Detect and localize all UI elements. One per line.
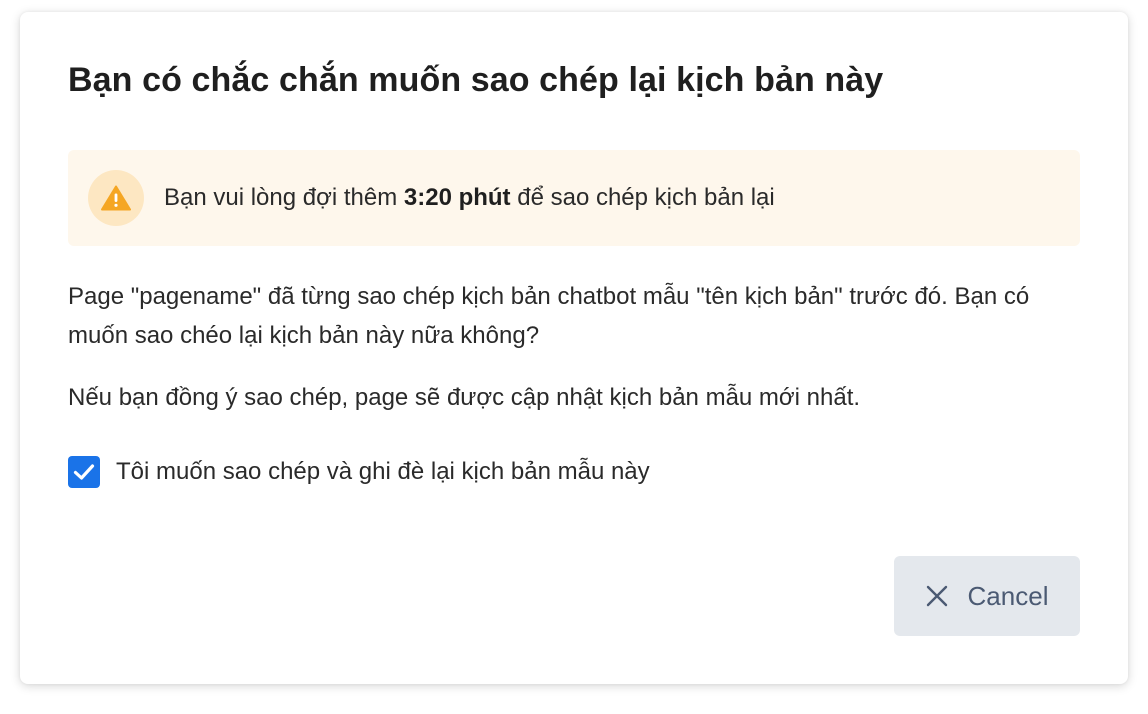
cancel-button[interactable]: Cancel	[894, 556, 1080, 636]
warning-icon	[101, 185, 131, 211]
confirm-copy-dialog: Bạn có chắc chắn muốn sao chép lại kịch …	[20, 12, 1128, 684]
overwrite-checkbox-row[interactable]: Tôi muốn sao chép và ghi đè lại kịch bản…	[68, 455, 650, 489]
close-icon	[926, 585, 948, 607]
overwrite-checkbox-label: Tôi muốn sao chép và ghi đè lại kịch bản…	[116, 458, 650, 485]
alert-message: Bạn vui lòng đợi thêm 3:20 phút để sao c…	[164, 183, 775, 213]
previous-copy-message: Page "pagename" đã từng sao chép kịch bả…	[68, 283, 1030, 349]
dialog-title: Bạn có chắc chắn muốn sao chép lại kịch …	[68, 61, 884, 99]
alert-wait-time: 3:20 phút	[403, 184, 511, 211]
wait-alert: Bạn vui lòng đợi thêm 3:20 phút để sao c…	[68, 150, 1080, 246]
cancel-button-label: Cancel	[967, 581, 1049, 611]
alert-text-before: Bạn vui lòng đợi thêm	[164, 184, 404, 211]
alert-text-after: để sao chép kịch bản lại	[510, 184, 775, 211]
overwrite-checkbox[interactable]	[68, 456, 100, 488]
checkmark-icon	[73, 464, 95, 480]
warning-icon-circle	[88, 170, 144, 226]
update-info-message: Nếu bạn đồng ý sao chép, page sẽ được cậ…	[68, 384, 861, 411]
